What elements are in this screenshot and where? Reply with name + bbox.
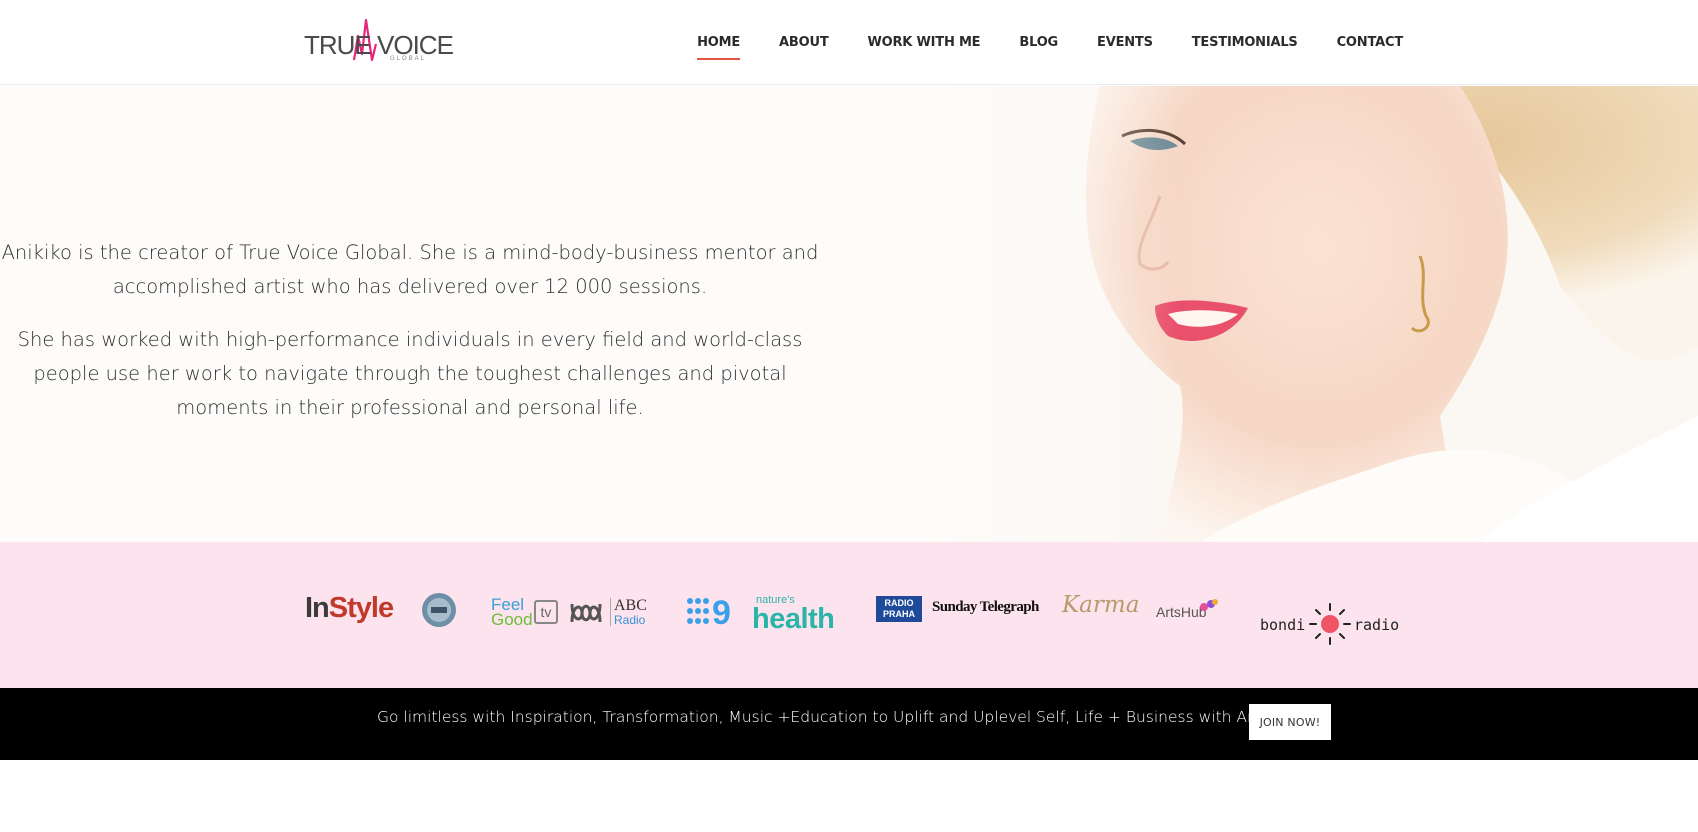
- tv-icon: tv: [534, 600, 558, 624]
- logo-sunday-telegraph: Sunday Telegraph: [932, 599, 1039, 615]
- logo-natures-health: nature's health: [752, 594, 835, 635]
- logo-karma: Karma: [1062, 592, 1140, 618]
- artshub-dots-icon: [1200, 599, 1218, 611]
- logo-bondi: bondi: [1260, 616, 1306, 634]
- logo-instyle: In Style: [305, 592, 394, 624]
- hero-paragraph-2: She has worked with high-performance ind…: [17, 328, 803, 419]
- nav-work-with-me[interactable]: WORK WITH ME: [868, 31, 981, 54]
- hero-intro: Anikiko is the creator of True Voice Glo…: [0, 236, 830, 444]
- logo-radio-praha: RADIO PRAHA: [876, 596, 922, 622]
- logo-abc-radio: ABC Radio: [614, 597, 647, 628]
- instyle-text: Style: [328, 592, 394, 624]
- join-now-button[interactable]: JOIN NOW!: [1249, 704, 1331, 740]
- abc-waves-icon: [570, 603, 602, 623]
- nav-contact[interactable]: CONTACT: [1337, 31, 1404, 54]
- nav-blog[interactable]: BLOG: [1019, 31, 1058, 54]
- cta-bar: Go limitless with Inspiration, Transform…: [0, 688, 1698, 760]
- abc-divider: [610, 598, 611, 626]
- press-logos-band: In Style Feel Good tv ABC Radio 9 nature'…: [0, 542, 1698, 688]
- channel-9-logo-icon: 9: [687, 596, 731, 626]
- award-seal-icon: [422, 593, 456, 627]
- site-header: TRUE VOICE GLOBAL HOME ABOUT WORK WITH M…: [0, 0, 1698, 85]
- logo-radio: radio: [1354, 616, 1400, 634]
- sun-icon: [1309, 603, 1351, 645]
- nav-testimonials[interactable]: TESTIMONIALS: [1192, 31, 1298, 54]
- nav-about[interactable]: ABOUT: [779, 31, 829, 54]
- site-logo[interactable]: TRUE VOICE GLOBAL: [302, 14, 454, 66]
- logo-artshub: ArtsHub: [1156, 604, 1207, 620]
- channel-9-text: 9: [712, 596, 731, 626]
- hero-paragraph-1: Anikiko is the creator of True Voice Glo…: [1, 241, 819, 298]
- logo-text: TRUE VOICE: [304, 30, 454, 60]
- portrait-photo: [900, 86, 1698, 542]
- logo-subtext: GLOBAL: [390, 56, 427, 62]
- main-nav: HOME ABOUT WORK WITH ME BLOG EVENTS TEST…: [658, 0, 1403, 85]
- cta-message: Go limitless with Inspiration, Transform…: [377, 708, 1304, 726]
- nav-events[interactable]: EVENTS: [1097, 31, 1153, 54]
- logo-feelgood-tv: Feel Good: [491, 595, 533, 629]
- hero-section: Anikiko is the creator of True Voice Glo…: [0, 86, 1698, 542]
- nav-home[interactable]: HOME: [697, 31, 740, 60]
